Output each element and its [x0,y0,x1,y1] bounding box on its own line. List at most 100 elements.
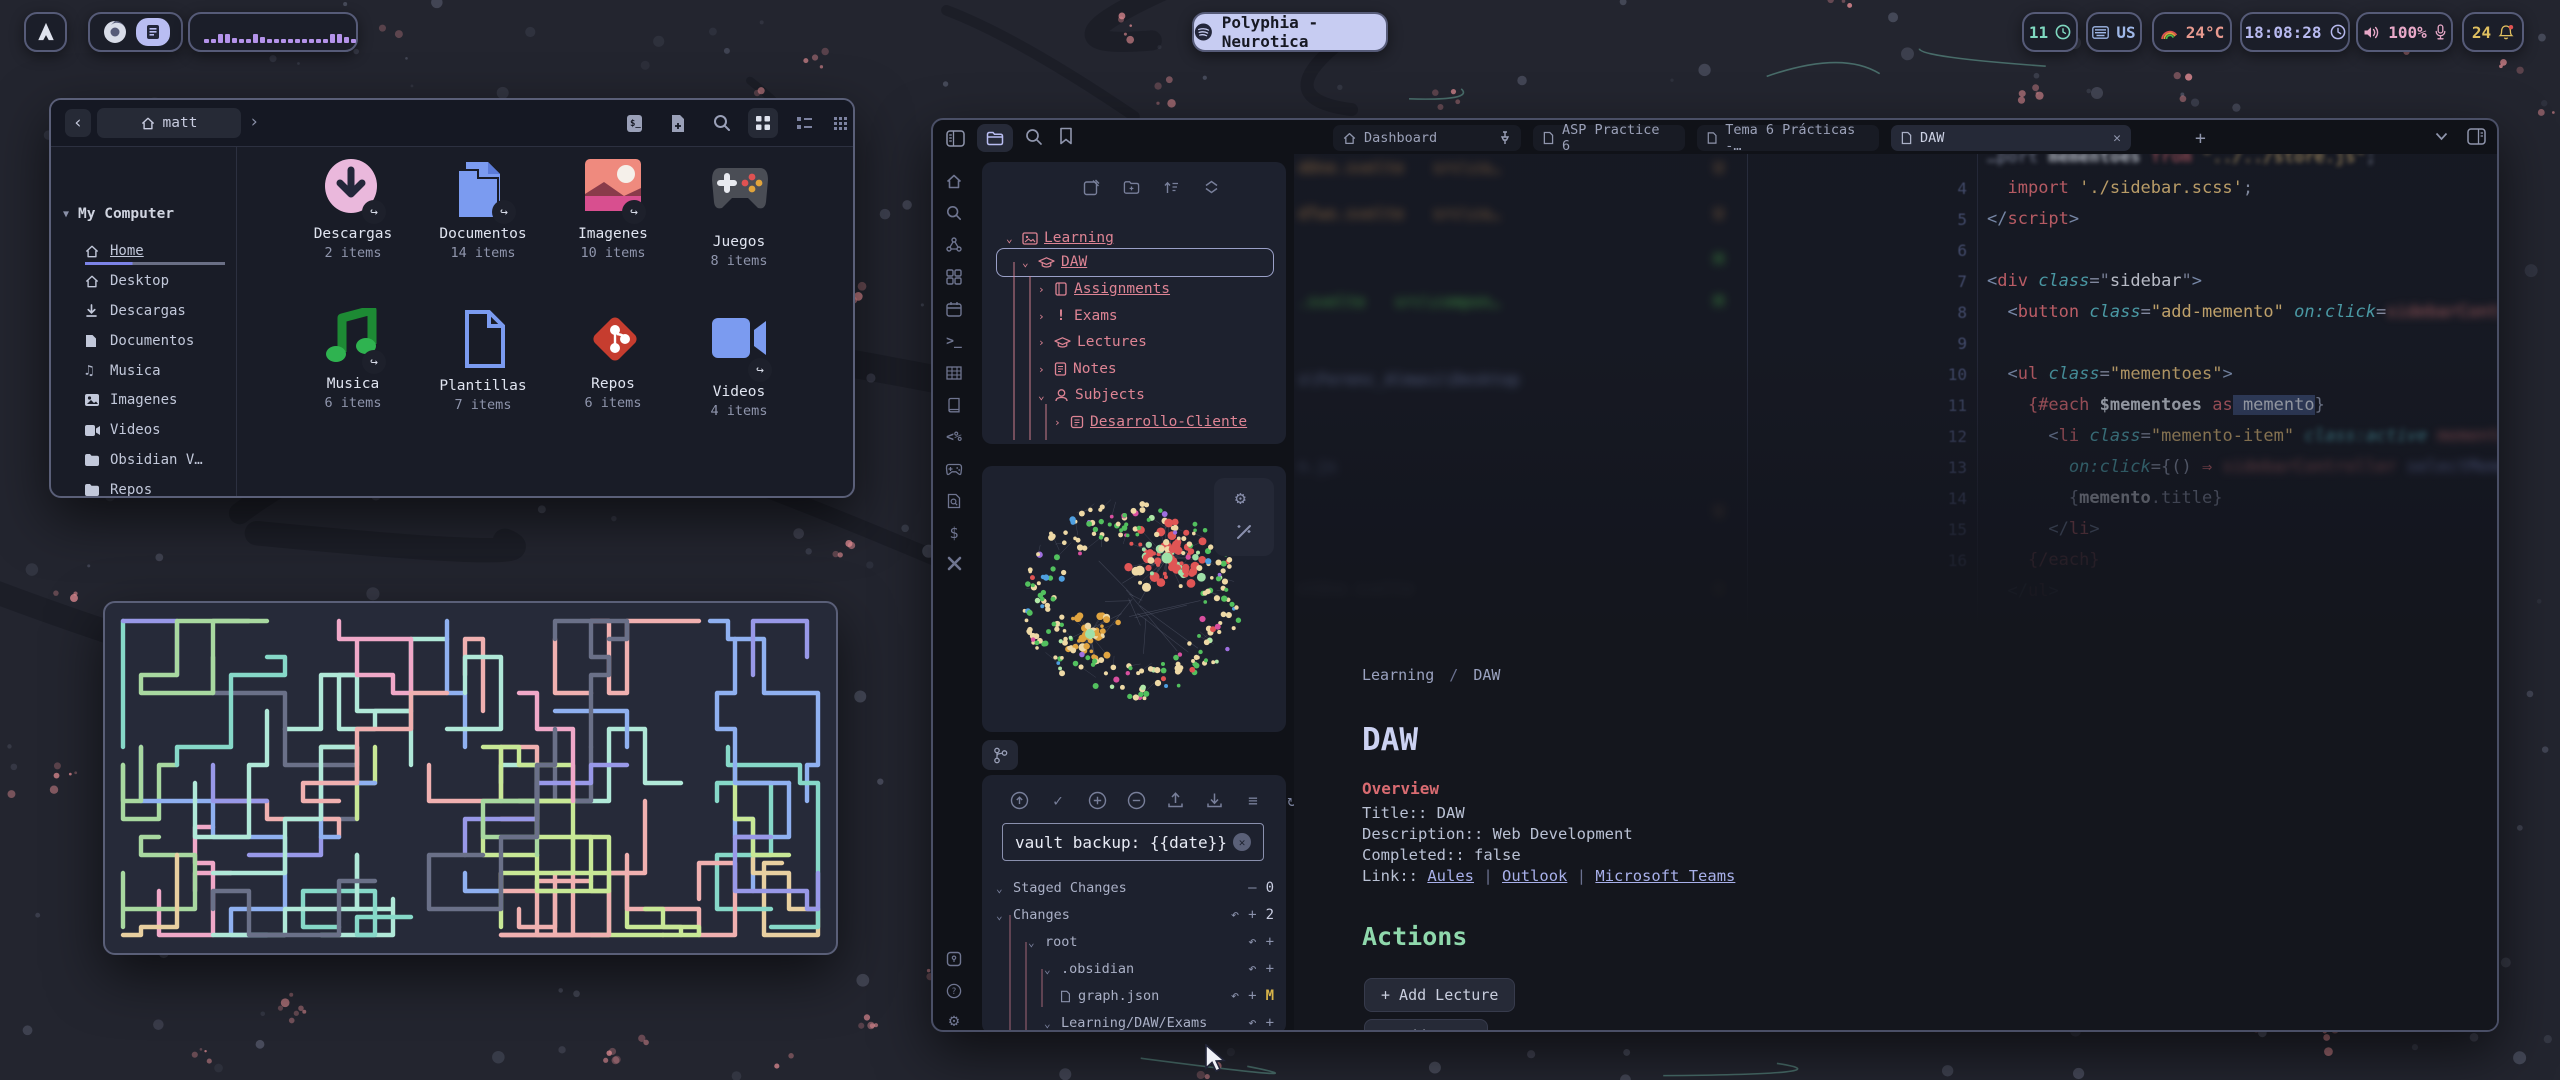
keyboard-layout-widget[interactable]: US [2086,12,2142,52]
stage-icon[interactable]: + [1266,934,1274,950]
rail-graph-icon[interactable] [941,232,967,258]
rail-search-icon[interactable] [941,200,967,226]
new-note-icon[interactable] [1078,174,1104,200]
sidebar-item-obsidian-vault[interactable]: Obsidian V… [51,447,236,473]
sidebar-item-videos[interactable]: Videos [51,417,236,443]
rail-book-icon[interactable] [941,392,967,418]
folder-videos[interactable]: ↪ Videos 4 items [676,308,802,419]
rail-help-icon[interactable]: ? [941,978,967,1004]
rail-gamepad-icon[interactable] [941,456,967,482]
discard-icon[interactable]: ↶ [1248,934,1256,950]
rail-terminal-icon[interactable]: >_ [941,328,967,354]
git-row-learning-daw-exams[interactable]: ⌄Learning/DAW/Exams ↶+ [1044,1010,1274,1032]
sidebar-item-documentos[interactable]: Documentos [51,328,236,354]
stage-icon[interactable]: + [1248,907,1256,923]
sidebar-item-repos[interactable]: Repos [51,477,236,498]
tree-item-desarrollo-cliente[interactable]: › Desarrollo-Cliente [1054,410,1247,434]
rail-tools-icon[interactable] [941,550,967,576]
rail-canvas-icon[interactable] [941,264,967,290]
folder-repos[interactable]: Repos 6 items [550,308,676,411]
sidebar-item-descargas[interactable]: Descargas [51,298,236,324]
git-commit-push-icon[interactable] [1006,787,1032,813]
git-commit-icon[interactable]: ✓ [1045,787,1071,813]
git-changes-list-icon[interactable]: ≡ [1240,787,1266,813]
new-tab-button[interactable]: + [2195,128,2206,149]
add-note-button[interactable]: + Add Note [1364,1019,1488,1032]
link-aules[interactable]: Aules [1427,867,1474,885]
tree-item-learning[interactable]: ⌄ Learning [1006,226,1114,250]
sidebar-item-desktop[interactable]: Desktop [51,268,236,294]
right-sidebar-toggle-icon[interactable] [2467,128,2486,145]
launcher-button[interactable] [24,12,67,52]
tab-list-chevron-icon[interactable] [2435,132,2448,141]
discard-icon[interactable]: ↶ [1248,961,1256,977]
add-lecture-button[interactable]: + Add Lecture [1364,978,1515,1012]
clock-widget[interactable]: 18:08:28 [2240,12,2350,52]
link-outlook[interactable]: Outlook [1502,867,1567,885]
sidebar-section-my-computer[interactable]: ▼ My Computer [63,206,174,222]
folder-musica[interactable]: ↪ Musica 6 items [290,308,416,411]
folder-plantillas[interactable]: Plantillas 7 items [420,308,546,413]
tab-tema-6-practicas[interactable]: Tema 6 Prácticas -… [1697,125,1879,151]
text-editor-icon[interactable] [136,18,170,46]
breadcrumb-parent[interactable]: Learning [1362,666,1434,684]
git-push-icon[interactable] [1162,787,1188,813]
search-icon[interactable] [711,112,733,134]
tree-item-subjects[interactable]: ⌄ Subjects [1038,383,1145,407]
git-row-root[interactable]: ⌄root ↶+ [1028,929,1274,955]
bookmarks-tab-icon[interactable] [1059,127,1073,145]
nav-forward-button[interactable]: › [249,112,259,132]
folder-juegos[interactable]: Juegos 8 items [676,158,802,269]
tree-item-lectures[interactable]: › Lectures [1038,330,1147,354]
open-terminal-icon[interactable]: $_ [623,112,645,134]
graph-filter-wand-icon[interactable] [1234,522,1254,542]
close-tab-icon[interactable]: ✕ [2113,131,2121,146]
link-microsoft-teams[interactable]: Microsoft Teams [1595,867,1735,885]
rail-home-icon[interactable] [941,168,967,194]
files-tab-icon[interactable] [977,124,1013,152]
new-document-icon[interactable] [667,112,689,134]
tree-item-assignments[interactable]: › Assignments [1038,277,1170,301]
search-tab-icon[interactable] [1025,128,1043,146]
tab-dashboard[interactable]: Dashboard [1333,125,1521,151]
new-folder-icon[interactable] [1118,174,1144,200]
tree-item-notes[interactable]: › Notes [1038,357,1117,381]
folder-documentos[interactable]: ↪ Documentos 14 items [420,158,546,261]
rail-calendar-icon[interactable] [941,296,967,322]
graph-settings-icon[interactable]: ⚙ [1235,488,1246,509]
stage-icon[interactable]: + [1266,961,1274,977]
weather-widget[interactable]: 24°C [2152,12,2232,52]
notifications-widget[interactable]: 24 [2462,12,2524,52]
sidebar-item-musica[interactable]: ♫ Musica [51,358,236,384]
rail-currency-icon[interactable]: $ [941,520,967,546]
git-unstage-all-icon[interactable] [1123,787,1149,813]
rail-settings-icon[interactable]: ⚙ [941,1008,967,1032]
git-row-changes[interactable]: ⌄Changes ↶+2 [996,902,1274,928]
media-widget[interactable]: Polyphia - Neurotica [1192,12,1388,52]
folder-imagenes[interactable]: ↪ Imagenes 10 items [550,158,676,261]
folder-descargas[interactable]: ↪ Descargas 2 items [290,158,416,261]
tree-item-daw[interactable]: ⌄ DAW [1022,250,1087,274]
compact-view-icon[interactable] [829,112,851,134]
stage-icon[interactable]: + [1248,988,1256,1004]
firefox-icon[interactable] [102,19,128,45]
discard-icon[interactable]: ↶ [1231,988,1239,1004]
rail-table-icon[interactable] [941,360,967,386]
tree-item-exams[interactable]: › ! Exams [1038,304,1118,328]
updates-widget[interactable]: 11 [2022,12,2078,52]
list-view-icon[interactable] [793,112,815,134]
stage-icon[interactable]: + [1266,1015,1274,1031]
discard-icon[interactable]: ↶ [1248,1015,1256,1031]
rail-file-search-icon[interactable] [941,488,967,514]
sort-order-icon[interactable] [1158,174,1184,200]
volume-widget[interactable]: 100% [2356,12,2453,52]
rail-vault-switcher-icon[interactable] [941,946,967,972]
sidebar-item-home[interactable]: Home [51,238,236,264]
rail-templater-icon[interactable]: <% [941,424,967,450]
nav-back-button[interactable]: ‹ [65,109,91,137]
unstage-icon[interactable]: — [1248,880,1256,896]
git-source-control-tab[interactable] [982,740,1018,770]
grid-view-button[interactable] [748,108,778,138]
commit-message-input[interactable]: vault backup: {{date}} ✕ [1002,823,1264,861]
git-row-staged-changes[interactable]: ⌄Staged Changes —0 [996,875,1274,901]
